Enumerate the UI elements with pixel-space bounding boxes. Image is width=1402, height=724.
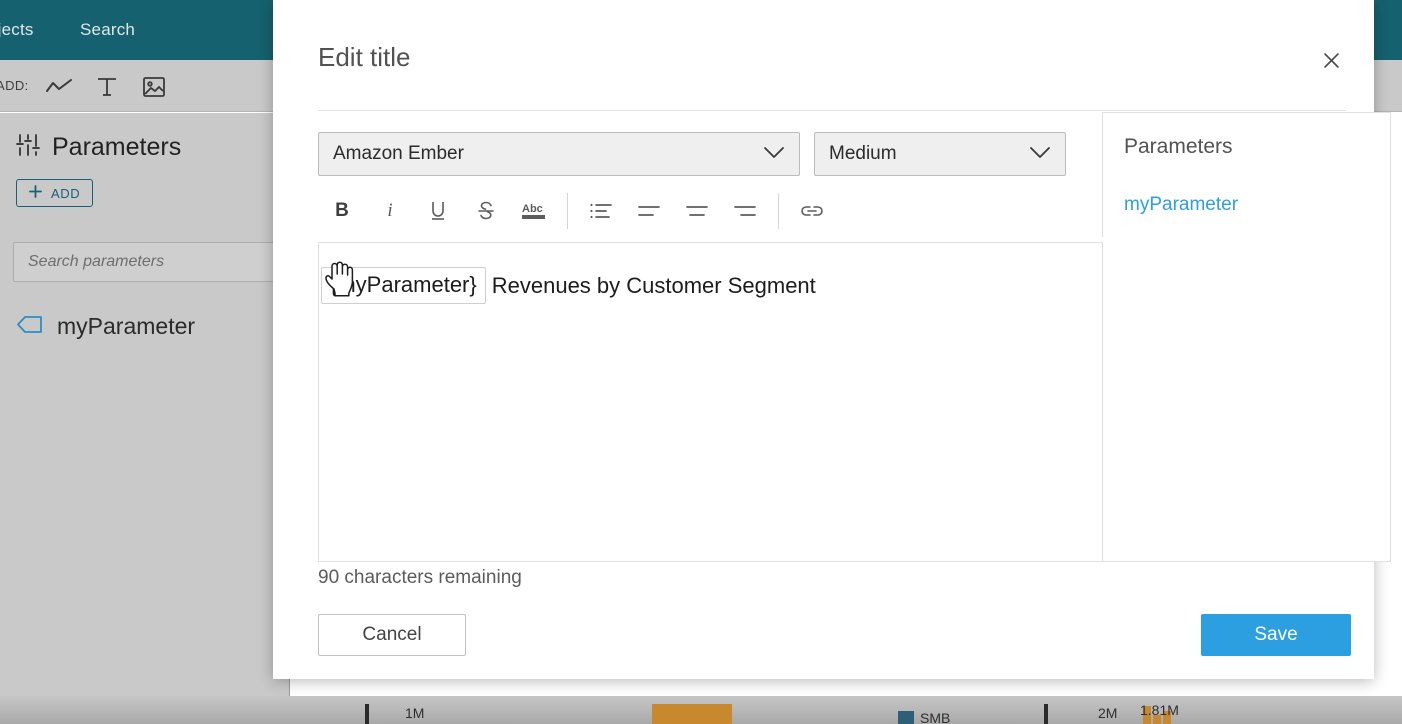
italic-label: i <box>387 200 392 222</box>
save-button[interactable]: Save <box>1201 614 1351 656</box>
bold-button[interactable]: B <box>318 191 366 231</box>
svg-text:Abc: Abc <box>522 203 543 215</box>
align-left-button[interactable] <box>625 191 673 231</box>
nav-item-projects[interactable]: ojects <box>0 20 34 40</box>
add-parameter-label: ADD <box>51 186 80 201</box>
chevron-down-icon <box>1029 143 1051 165</box>
plus-icon <box>29 185 42 201</box>
toolbar-separator <box>778 193 779 229</box>
character-count: 90 characters remaining <box>318 567 522 589</box>
sidebar-parameter-label: myParameter <box>57 313 195 340</box>
close-icon[interactable] <box>1316 45 1346 75</box>
font-size-value: Medium <box>829 143 897 165</box>
link-button[interactable] <box>788 191 836 231</box>
toolbar-separator <box>567 193 568 229</box>
italic-button[interactable]: i <box>366 191 414 231</box>
title-text-editor[interactable]: {myParameter} Revenues by Customer Segme… <box>318 242 1103 562</box>
chart-xtick-2m: 2M <box>1098 705 1117 721</box>
background-chart-strip: 1M 2M SMB 1.81M <box>0 696 1402 724</box>
image-icon[interactable] <box>139 72 169 102</box>
bold-label: B <box>335 200 349 222</box>
add-parameter-button[interactable]: ADD <box>16 179 93 207</box>
chart-legend-label: SMB <box>920 710 950 724</box>
editor-plain-text: Revenues by Customer Segment <box>491 273 816 299</box>
parameter-token[interactable]: {myParameter} <box>321 267 486 304</box>
chart-xtick-1m: 1M <box>405 705 424 721</box>
font-size-select[interactable]: Medium <box>814 132 1066 176</box>
bulleted-list-button[interactable] <box>577 191 625 231</box>
line-chart-icon[interactable] <box>44 72 74 102</box>
sidebar-header: Parameters <box>16 133 181 162</box>
add-label: ADD: <box>0 78 29 93</box>
parameter-tag-icon <box>16 315 42 339</box>
parameters-panel-item-myparameter[interactable]: myParameter <box>1124 194 1238 216</box>
parameters-sidebar: Parameters ADD Search parameters myParam… <box>0 113 290 724</box>
dialog-divider <box>318 110 1346 111</box>
chart-axis-tick <box>1044 704 1048 724</box>
chart-legend-swatch <box>898 711 914 724</box>
sidebar-title: Parameters <box>52 133 181 162</box>
sidebar-parameter-myparameter[interactable]: myParameter <box>16 313 195 340</box>
parameters-panel-title: Parameters <box>1124 135 1233 159</box>
font-family-value: Amazon Ember <box>333 143 464 165</box>
nav-item-search[interactable]: Search <box>80 20 135 40</box>
align-center-button[interactable] <box>673 191 721 231</box>
sliders-icon <box>16 133 40 162</box>
underline-button[interactable] <box>414 191 462 231</box>
text-icon[interactable] <box>92 72 122 102</box>
cancel-button[interactable]: Cancel <box>318 614 466 656</box>
chevron-down-icon <box>763 143 785 165</box>
format-toolbar: B i <box>318 186 1066 236</box>
align-right-button[interactable] <box>721 191 769 231</box>
chart-axis-tick <box>365 704 369 724</box>
text-color-button[interactable]: Abc <box>510 191 558 231</box>
editor-text-line: {myParameter} Revenues by Customer Segme… <box>321 267 816 304</box>
chart-data-label: 1.81M <box>1140 702 1179 718</box>
dialog-title: Edit title <box>318 42 411 73</box>
strikethrough-button[interactable] <box>462 191 510 231</box>
chart-bar <box>652 704 732 724</box>
font-family-select[interactable]: Amazon Ember <box>318 132 800 176</box>
search-parameters-input[interactable]: Search parameters <box>13 242 305 282</box>
rich-text-editor: Amazon Ember Medium B i <box>318 112 1103 562</box>
editor-controls: Amazon Ember Medium B i <box>318 112 1103 237</box>
edit-title-dialog: Edit title Amazon Ember Medium B <box>273 0 1374 679</box>
dialog-parameters-panel: Parameters myParameter <box>1103 112 1391 562</box>
